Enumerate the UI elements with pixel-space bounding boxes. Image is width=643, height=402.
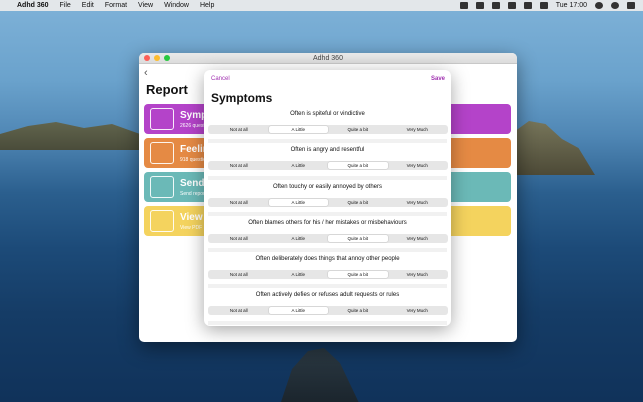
wifi-icon[interactable] bbox=[507, 2, 516, 9]
rating-option[interactable]: Not at all bbox=[209, 162, 269, 169]
rating-option[interactable]: Quite a bit bbox=[328, 162, 388, 170]
menu-bar: Adhd 360 File Edit Format View Window He… bbox=[0, 0, 643, 11]
rating-option[interactable]: Quite a bit bbox=[328, 307, 388, 314]
rating-option[interactable]: Very Much bbox=[388, 307, 448, 314]
dropbox-icon[interactable] bbox=[459, 2, 468, 9]
question-row: Often is spiteful or vindictive Not at al… bbox=[204, 107, 451, 144]
menu-view[interactable]: View bbox=[138, 2, 153, 9]
question-text: Often is angry and resentful bbox=[290, 147, 365, 154]
question-row: Often deliberately does things that anno… bbox=[204, 252, 451, 289]
menu-app-name[interactable]: Adhd 360 bbox=[17, 2, 49, 9]
menu-edit[interactable]: Edit bbox=[82, 2, 94, 9]
airplay-icon[interactable] bbox=[491, 2, 500, 9]
back-chevron-icon[interactable]: ‹ bbox=[144, 67, 148, 79]
rating-option[interactable]: Quite a bit bbox=[328, 271, 388, 279]
folder-icon[interactable] bbox=[475, 2, 484, 9]
control-center-icon[interactable] bbox=[627, 2, 635, 9]
rating-option[interactable]: Very Much bbox=[388, 162, 448, 169]
sheet-title: Symptoms bbox=[211, 91, 273, 105]
rating-segmented-control: Not at all A Little Quite a bit Very Much bbox=[208, 161, 448, 171]
question-text: Often blames others for his / her mistak… bbox=[248, 219, 407, 226]
volume-icon[interactable] bbox=[523, 2, 532, 9]
card-title: View bbox=[180, 212, 203, 223]
rating-segmented-control: Not at all A Little Quite a bit Very Much bbox=[208, 125, 448, 134]
rating-option[interactable]: Very Much bbox=[388, 271, 448, 278]
rating-option[interactable]: Very Much bbox=[388, 126, 448, 133]
rating-option[interactable]: Very Much bbox=[388, 199, 448, 206]
question-row: Often actively defies or refuses adult r… bbox=[204, 288, 451, 325]
menu-help[interactable]: Help bbox=[200, 2, 214, 9]
question-row: Often touchy or easily annoyed by others… bbox=[204, 180, 451, 216]
title-bar: Adhd 360 bbox=[139, 53, 517, 64]
rating-option[interactable]: A Little bbox=[268, 198, 328, 206]
question-row: Often blames others for his / her mistak… bbox=[204, 216, 451, 253]
rating-option[interactable]: A Little bbox=[268, 307, 328, 315]
share-icon bbox=[150, 176, 174, 198]
rating-option[interactable]: A Little bbox=[269, 235, 329, 242]
question-row: Often is angry and resentful Not at all A … bbox=[204, 143, 451, 180]
question-list: Often is spiteful or vindictive Not at al… bbox=[204, 107, 451, 325]
card-subtitle: Send report bbox=[180, 191, 207, 197]
rating-segmented-control: Not at all A Little Quite a bit Very Much bbox=[208, 270, 448, 280]
rating-option[interactable]: Not at all bbox=[209, 199, 269, 206]
menu-window[interactable]: Window bbox=[164, 2, 189, 9]
search-icon[interactable] bbox=[595, 2, 603, 9]
save-button[interactable]: Save bbox=[431, 76, 445, 82]
clock[interactable]: Tue 17:00 bbox=[556, 2, 587, 9]
card-title: Send bbox=[180, 178, 205, 189]
question-text: Often touchy or easily annoyed by others bbox=[272, 183, 383, 190]
rating-option[interactable]: A Little bbox=[269, 271, 329, 278]
cancel-button[interactable]: Cancel bbox=[211, 76, 230, 82]
question-text: Often deliberately does things that anno… bbox=[255, 256, 400, 263]
menu-format[interactable]: Format bbox=[105, 2, 127, 9]
rating-option[interactable]: A Little bbox=[269, 162, 329, 169]
rating-option[interactable]: Quite a bit bbox=[328, 234, 388, 242]
head-icon bbox=[150, 142, 174, 164]
rating-option[interactable]: Not at all bbox=[209, 126, 269, 133]
battery-icon[interactable] bbox=[539, 2, 548, 9]
siri-icon[interactable] bbox=[611, 2, 619, 9]
symptoms-sheet: Cancel Save Symptoms Often is spiteful o… bbox=[204, 70, 451, 326]
rating-segmented-control: Not at all A Little Quite a bit Very Much bbox=[208, 306, 448, 316]
rating-option[interactable]: A Little bbox=[268, 126, 328, 133]
rating-option[interactable]: Not at all bbox=[209, 235, 269, 242]
question-text: Often actively defies or refuses adult r… bbox=[255, 292, 400, 299]
card-subtitle: 2626 questi bbox=[180, 123, 206, 129]
rating-segmented-control: Not at all A Little Quite a bit Very Much bbox=[208, 197, 448, 207]
window-title: Adhd 360 bbox=[313, 54, 343, 62]
rating-option[interactable]: Not at all bbox=[209, 307, 269, 314]
menu-file[interactable]: File bbox=[60, 2, 71, 9]
rating-option[interactable]: Not at all bbox=[209, 271, 269, 278]
wallpaper-rock bbox=[280, 348, 360, 402]
people-icon bbox=[150, 108, 174, 130]
chart-icon bbox=[150, 210, 174, 232]
rating-option[interactable]: Quite a bit bbox=[328, 199, 388, 206]
page-title: Report bbox=[146, 82, 188, 97]
card-subtitle: View PDF bbox=[180, 225, 203, 231]
rating-option[interactable]: Quite a bit bbox=[328, 126, 388, 133]
rating-segmented-control: Not at all A Little Quite a bit Very Much bbox=[208, 233, 448, 243]
rating-option[interactable]: Very Much bbox=[388, 235, 448, 242]
question-text: Often is spiteful or vindictive bbox=[290, 111, 365, 117]
row-separator bbox=[208, 320, 447, 325]
wallpaper-mountain bbox=[0, 122, 140, 150]
